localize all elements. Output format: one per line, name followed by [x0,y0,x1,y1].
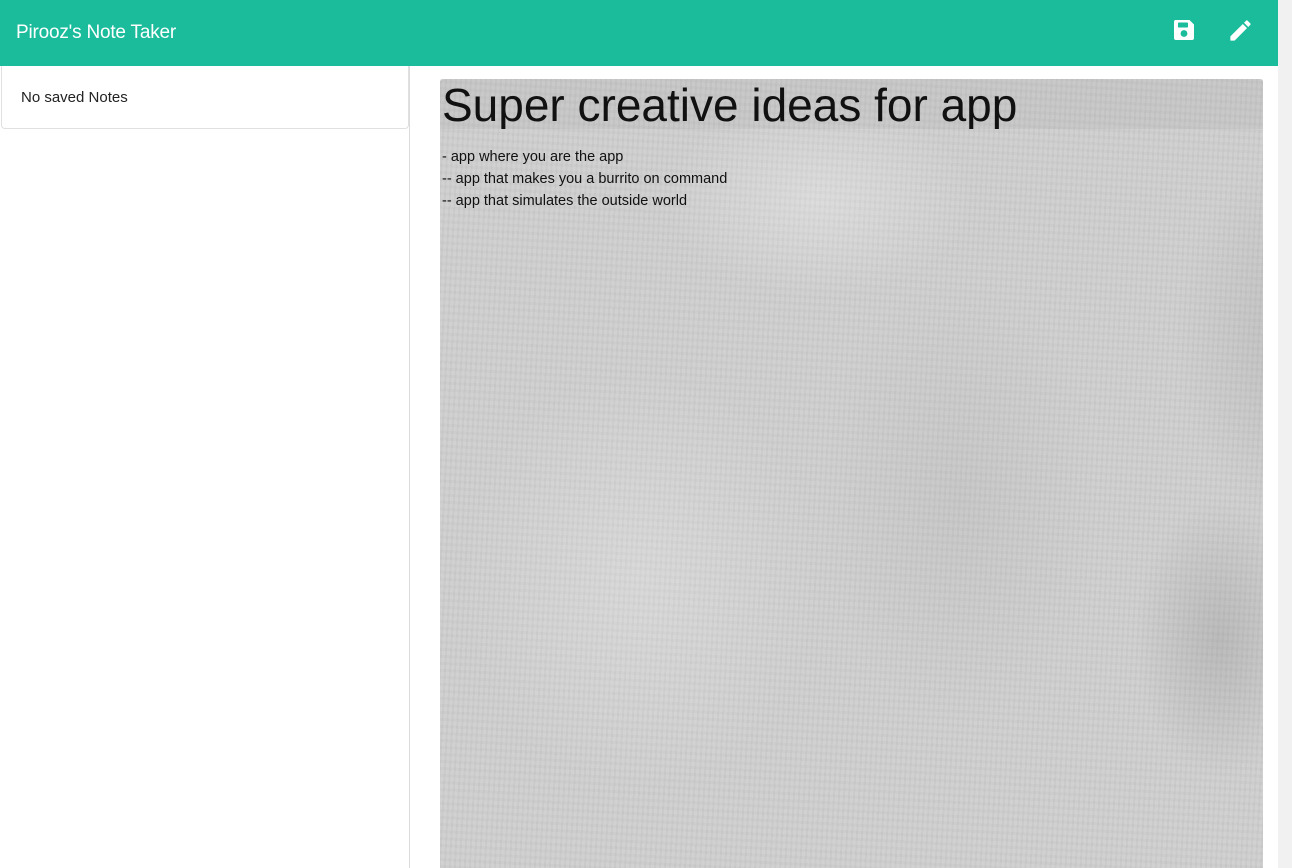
pencil-icon [1229,19,1251,41]
save-icon [1173,20,1194,40]
new-note-button[interactable] [1224,14,1256,46]
note-text-line: - app where you are the app [442,149,624,165]
navbar: Pirooz's Note Taker [0,0,1278,66]
save-note-button[interactable] [1168,14,1200,46]
note-text-line: -- app that simulates the outside world [442,193,688,209]
note-text-area[interactable]: - app where you are the app -- app that … [442,146,1242,212]
notes-list-item: No saved Notes [1,66,409,129]
notes-list: No saved Notes [0,66,409,129]
navbar-actions [1168,14,1256,46]
note-title-input[interactable]: Super creative ideas for app [440,79,1263,129]
note-editor: Super creative ideas for app - app where… [440,79,1263,868]
brand-link[interactable]: Pirooz's Note Taker [16,22,176,44]
note-text-line: -- app that makes you a burrito on comma… [442,171,728,187]
page-scrollbar[interactable] [1278,0,1292,868]
note-taker-app: Pirooz's Note Taker No saved Notes Super… [0,0,1292,868]
saved-notes-sidebar: No saved Notes [0,66,410,868]
